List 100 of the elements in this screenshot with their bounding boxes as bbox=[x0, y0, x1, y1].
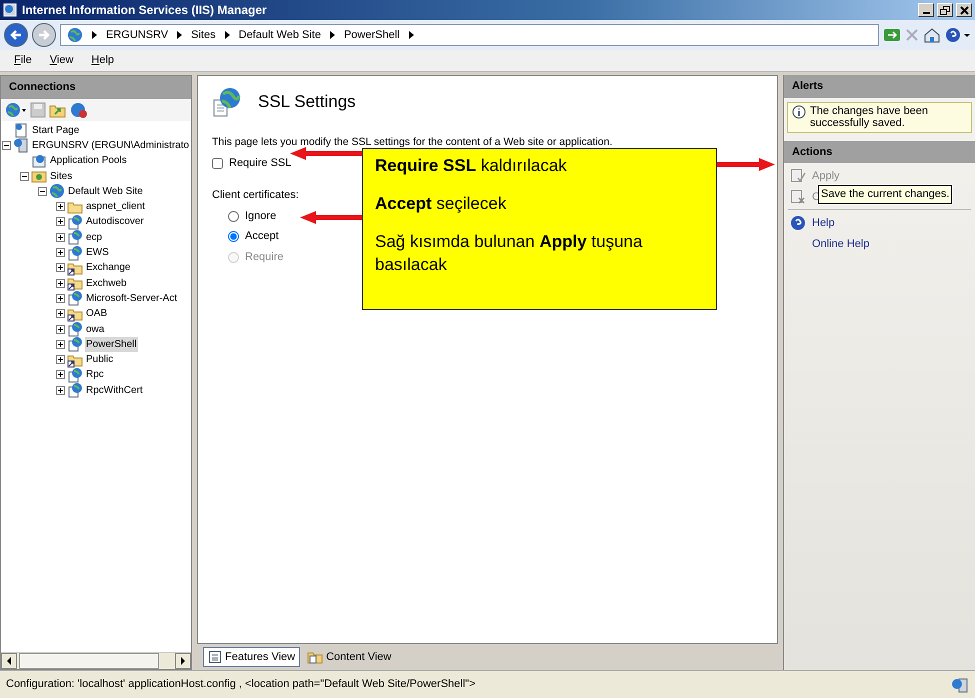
forward-button[interactable] bbox=[32, 23, 56, 47]
expand-icon[interactable] bbox=[56, 263, 65, 272]
application-icon bbox=[67, 229, 83, 246]
page-check-icon bbox=[790, 168, 806, 184]
breadcrumb-item[interactable]: PowerShell bbox=[344, 26, 400, 44]
application-icon bbox=[67, 366, 83, 383]
radio-button[interactable] bbox=[228, 210, 239, 222]
application-icon bbox=[67, 382, 83, 398]
collapse-icon[interactable] bbox=[38, 186, 47, 196]
menu-item[interactable]: View bbox=[50, 52, 74, 69]
callout-text: Sağ kısımda bulunan Apply tuşuna basılacak bbox=[375, 230, 644, 276]
help-icon[interactable] bbox=[945, 27, 971, 43]
expand-icon[interactable] bbox=[56, 278, 65, 288]
save-icon[interactable] bbox=[30, 102, 46, 118]
expand-icon[interactable] bbox=[56, 217, 65, 226]
expand-icon[interactable] bbox=[56, 355, 65, 364]
chevron-icon bbox=[176, 30, 184, 40]
back-button[interactable] bbox=[4, 23, 28, 47]
panel-header: Alerts bbox=[784, 75, 975, 98]
server-icon bbox=[13, 137, 29, 154]
scroll-right-icon[interactable] bbox=[175, 653, 191, 669]
page-cross-icon bbox=[790, 188, 806, 205]
restore-icon bbox=[940, 6, 950, 14]
callout-text: Require SSL kaldırılacak bbox=[375, 155, 568, 177]
tooltip: Save the current changes. bbox=[818, 185, 952, 204]
view-tab[interactable]: Features View bbox=[203, 646, 300, 668]
collapse-icon[interactable] bbox=[2, 140, 11, 150]
globe-icon bbox=[67, 27, 83, 43]
tree-item[interactable]: EWS bbox=[85, 245, 110, 260]
refresh-icon[interactable] bbox=[883, 27, 901, 43]
breadcrumb-item[interactable]: Sites bbox=[191, 26, 216, 44]
expand-icon[interactable] bbox=[56, 232, 65, 242]
radio-label[interactable]: Ignore bbox=[245, 208, 276, 224]
page-title: SSL Settings bbox=[258, 91, 356, 114]
tree-item[interactable]: Start Page bbox=[31, 122, 80, 138]
checkbox-label[interactable]: Require SSL bbox=[229, 154, 292, 172]
forward-arrow-icon bbox=[37, 28, 51, 42]
tree-item[interactable]: Exchange bbox=[85, 260, 132, 276]
globe-page-icon bbox=[212, 86, 242, 118]
globe-icon bbox=[49, 183, 65, 200]
minimize-button[interactable] bbox=[918, 3, 934, 17]
close-button[interactable] bbox=[956, 3, 972, 17]
menu-item[interactable]: File bbox=[14, 52, 32, 69]
tree-item[interactable]: Application Pools bbox=[49, 153, 128, 168]
close-icon bbox=[960, 6, 968, 14]
tree-item[interactable]: RpcWithCert bbox=[85, 382, 144, 398]
menu-item[interactable]: Help bbox=[91, 52, 114, 69]
restore-button[interactable] bbox=[937, 3, 953, 17]
action-link[interactable]: Online Help bbox=[812, 236, 870, 252]
breadcrumb-item[interactable]: ERGUNSRV bbox=[106, 26, 168, 44]
action-link[interactable]: Help bbox=[812, 214, 835, 232]
require-ssl-checkbox[interactable] bbox=[212, 158, 223, 168]
application-icon bbox=[67, 244, 83, 261]
expand-icon[interactable] bbox=[56, 386, 65, 395]
application-pool-icon bbox=[31, 152, 47, 169]
tree-item[interactable]: OAB bbox=[85, 306, 108, 322]
breadcrumb-item[interactable]: Default Web Site bbox=[238, 26, 321, 44]
radio-label[interactable]: Accept bbox=[245, 228, 279, 245]
application-icon bbox=[67, 336, 83, 352]
expand-icon[interactable] bbox=[56, 324, 65, 334]
scrollbar-thumb[interactable] bbox=[19, 653, 159, 669]
chevron-icon bbox=[91, 30, 98, 40]
scroll-left-icon[interactable] bbox=[1, 653, 17, 669]
globe-dropdown-icon[interactable] bbox=[5, 102, 27, 118]
callout-text: Accept seçilecek bbox=[375, 192, 508, 215]
section-label: Client certificates: bbox=[212, 189, 299, 202]
arrow bbox=[717, 158, 775, 171]
tree-item[interactable]: Sites bbox=[49, 168, 74, 184]
server-status-icon bbox=[951, 676, 969, 692]
tree-item[interactable]: Exchweb bbox=[85, 276, 128, 291]
tree-item[interactable]: ERGUNSRV (ERGUN\Administrato bbox=[31, 138, 190, 153]
tree-item[interactable]: Rpc bbox=[85, 367, 105, 382]
expand-icon[interactable] bbox=[56, 248, 65, 258]
application-icon bbox=[67, 214, 83, 230]
chevron-icon bbox=[224, 30, 231, 40]
radio-button[interactable] bbox=[228, 231, 239, 242]
view-tab[interactable]: Content View bbox=[302, 646, 396, 668]
home-icon[interactable] bbox=[923, 27, 941, 43]
tree-item[interactable]: aspnet_client bbox=[85, 199, 146, 214]
tree-item[interactable]: Public bbox=[85, 352, 114, 368]
tree-item[interactable]: owa bbox=[85, 322, 106, 336]
page-icon bbox=[13, 122, 29, 138]
tree-item[interactable]: Microsoft-Server-Act bbox=[85, 290, 178, 306]
tree-item[interactable]: Autodiscover bbox=[85, 214, 145, 230]
expand-icon[interactable] bbox=[56, 309, 65, 318]
expand-icon[interactable] bbox=[56, 370, 65, 380]
address-bar[interactable]: ERGUNSRV Sites Default Web Site PowerShell bbox=[60, 24, 879, 46]
chevron-icon bbox=[408, 30, 415, 40]
tree-item[interactable]: Default Web Site bbox=[67, 184, 144, 199]
expand-icon[interactable] bbox=[56, 202, 65, 212]
application-icon bbox=[3, 2, 19, 18]
panel-header: Connections bbox=[1, 76, 191, 98]
back-arrow-icon bbox=[9, 28, 23, 42]
status-text: Configuration: 'localhost' applicationHost.config , <location path="Default Web Site/PowerShell"> bbox=[6, 677, 476, 692]
tree-item[interactable]: PowerShell bbox=[85, 336, 138, 352]
disconnect-icon[interactable] bbox=[70, 102, 88, 118]
expand-icon[interactable] bbox=[56, 294, 65, 303]
expand-icon[interactable] bbox=[56, 340, 65, 349]
collapse-icon[interactable] bbox=[20, 172, 29, 181]
tree-item[interactable]: ecp bbox=[85, 230, 104, 245]
